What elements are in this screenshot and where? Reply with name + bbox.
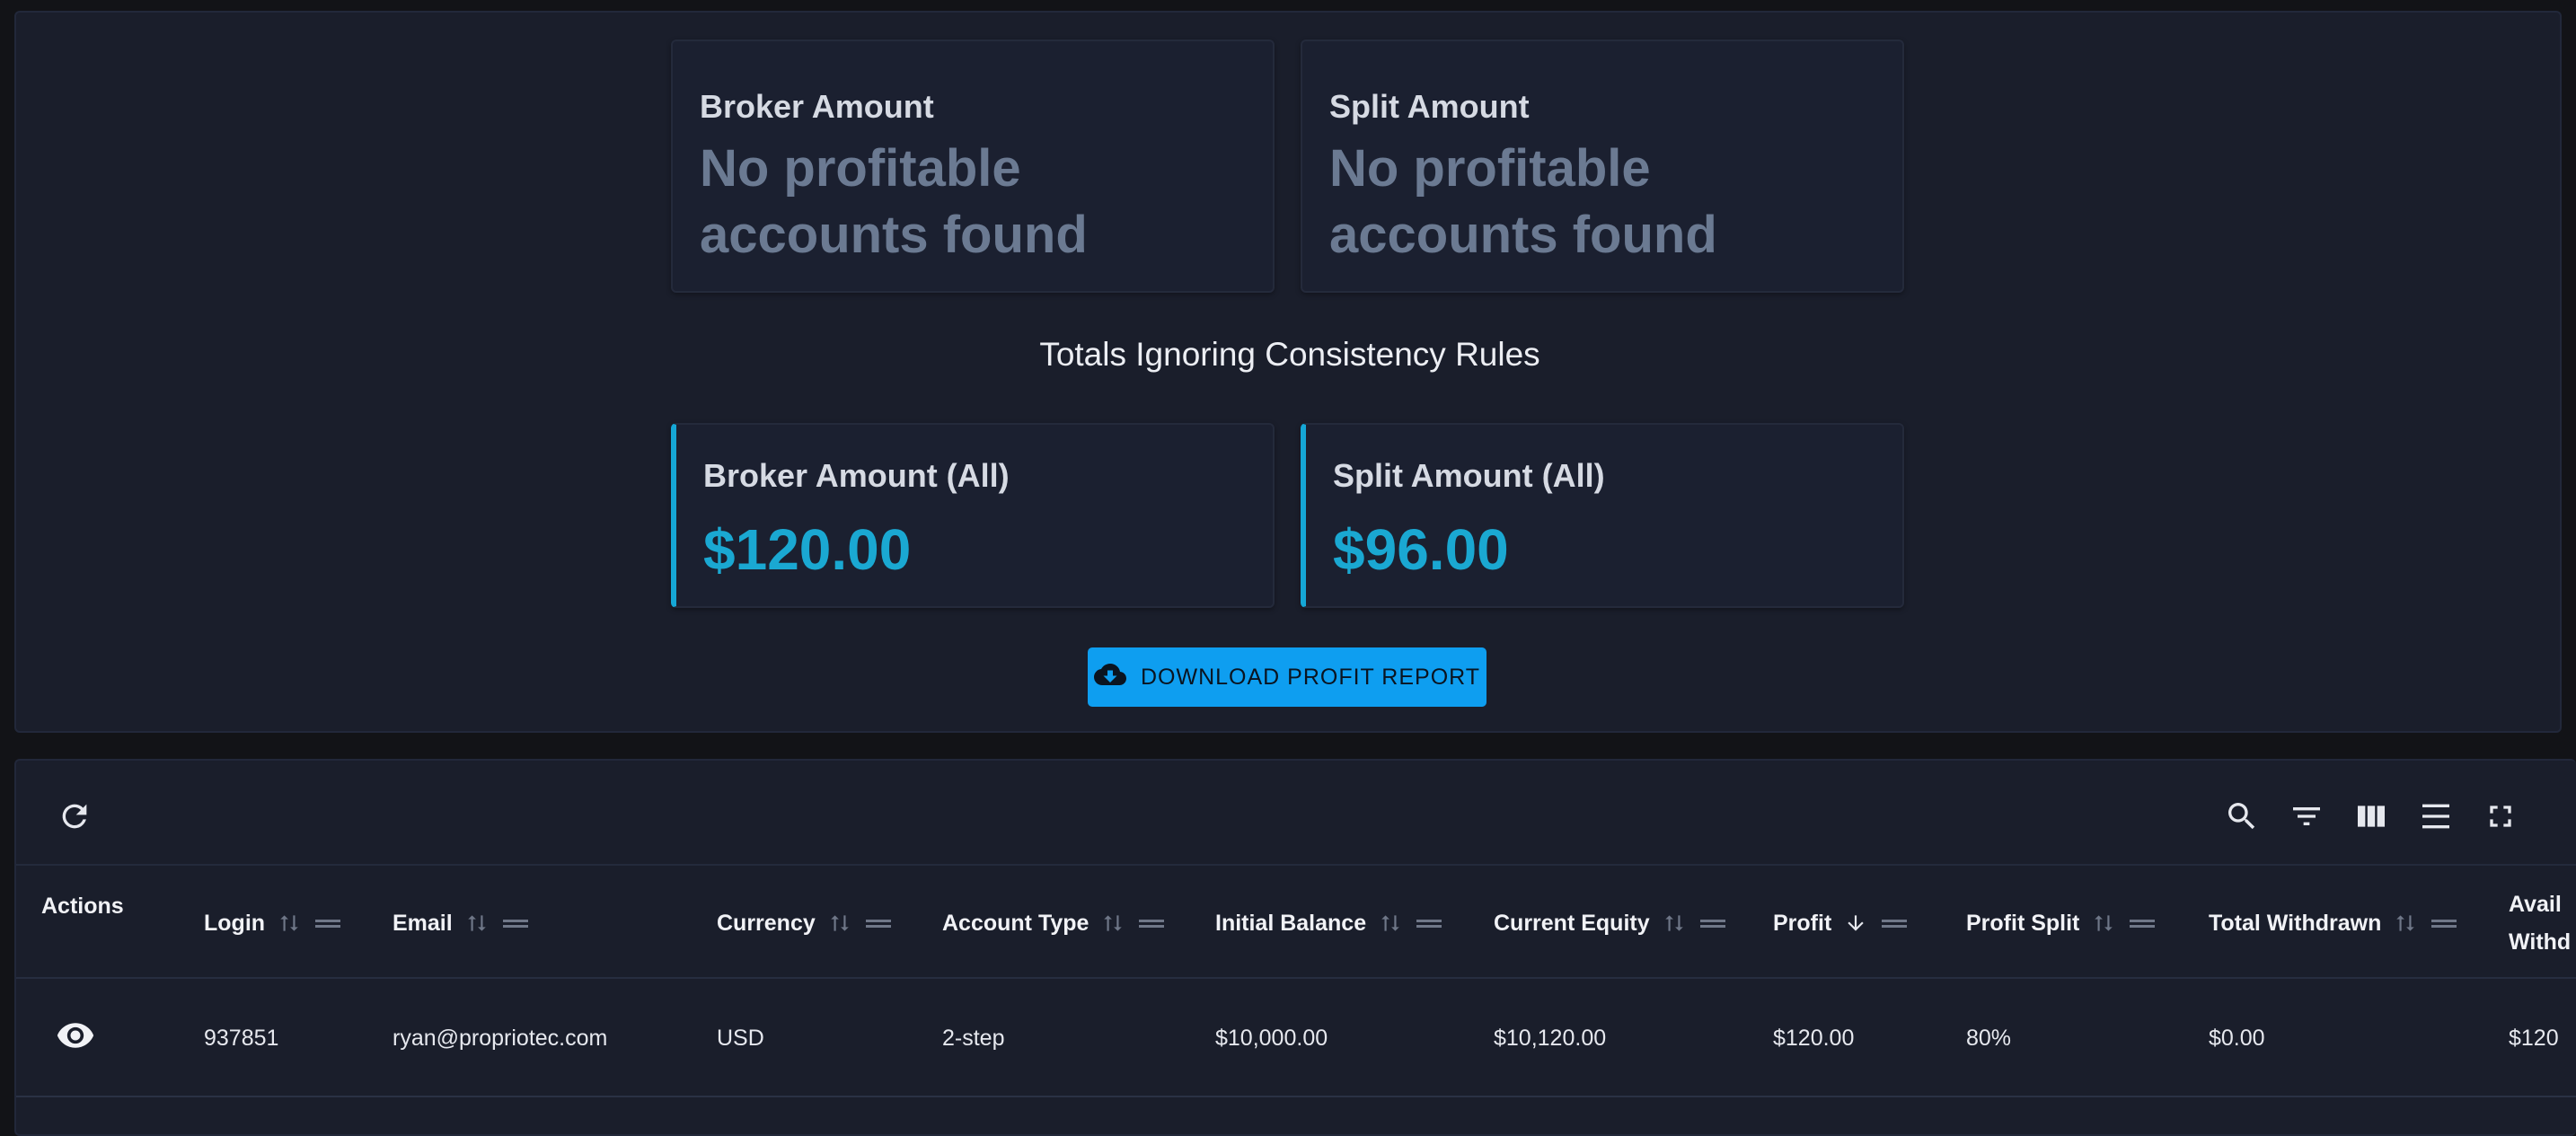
card-value: $96.00 [1333,517,1509,582]
drag-handle-icon[interactable] [1880,911,1909,935]
cell-available-withdrawal: $120 [2509,1025,2559,1051]
column-header-profit-split[interactable]: Profit Split [1966,866,2157,981]
column-label: Currency [717,910,816,936]
sort-icon[interactable] [465,911,489,935]
empty-message: No profitable accounts found [1329,139,1717,264]
sort-icon[interactable] [2092,911,2115,935]
download-button-label: DOWNLOAD PROFIT REPORT [1140,664,1481,690]
column-label: Profit [1773,910,1832,936]
column-label: Current Equity [1494,910,1650,936]
column-label: Actions [41,894,124,919]
column-label: Login [204,910,266,936]
cell-profit: $120.00 [1773,1025,1855,1051]
sort-icon[interactable] [1663,911,1686,935]
column-header-currency[interactable]: Currency [717,866,893,981]
cell-email: ryan@propriotec.com [393,1025,608,1051]
empty-message: No profitable accounts found [700,139,1088,264]
cell-currency: USD [717,1025,764,1051]
filter-icon[interactable] [2289,798,2325,834]
drag-handle-icon[interactable] [864,911,893,935]
table-header: Actions Login Email Currency Account Typ… [16,864,2576,979]
split-amount-all-card: Split Amount (All) $96.00 [1301,423,1904,608]
split-amount-card: Split Amount No profitable accounts foun… [1301,40,1904,293]
column-header-total-withdrawn[interactable]: Total Withdrawn [2209,866,2458,981]
cell-current-equity: $10,120.00 [1494,1025,1607,1051]
card-title: Broker Amount [700,88,934,125]
eye-icon[interactable] [56,1016,95,1061]
download-profit-report-button[interactable]: DOWNLOAD PROFIT REPORT [1088,647,1486,707]
density-icon[interactable] [2418,798,2454,834]
profit-summary-panel: Broker Amount No profitable accounts fou… [14,11,2562,733]
view-action[interactable] [56,979,95,1097]
columns-icon[interactable] [2353,798,2389,834]
drag-handle-icon[interactable] [1415,911,1443,935]
broker-amount-card: Broker Amount No profitable accounts fou… [671,40,1275,293]
refresh-icon[interactable] [57,798,93,834]
broker-amount-all-card: Broker Amount (All) $120.00 [671,423,1275,608]
sort-icon[interactable] [1101,911,1125,935]
totals-heading: Totals Ignoring Consistency Rules [1039,336,1540,373]
cell-profit-split: 80% [1966,1025,2012,1051]
column-header-current-equity[interactable]: Current Equity [1494,866,1727,981]
cell-total-withdrawn: $0.00 [2209,1025,2265,1051]
sort-icon[interactable] [278,911,301,935]
table-row[interactable]: 937851 ryan@propriotec.com USD 2-step $1… [16,979,2576,1097]
column-label: Withd [2509,929,2572,955]
column-header-available-withdrawal[interactable]: Avail Withd [2509,866,2571,981]
drag-handle-icon[interactable] [2430,911,2458,935]
drag-handle-icon[interactable] [1137,911,1166,935]
accounts-table-panel: Actions Login Email Currency Account Typ… [14,759,2576,1136]
column-header-initial-balance[interactable]: Initial Balance [1215,866,1443,981]
cell-login: 937851 [204,1025,279,1051]
column-label: Email [393,910,453,936]
card-value: $120.00 [703,517,912,582]
arrow-down-icon[interactable] [1844,911,1867,935]
column-label: Total Withdrawn [2209,910,2382,936]
column-header-login[interactable]: Login [204,866,342,981]
column-label: Avail [2509,892,2562,917]
cell-account-type: 2-step [942,1025,1005,1051]
column-header-profit[interactable]: Profit [1773,866,1909,981]
drag-handle-icon[interactable] [313,911,342,935]
card-title: Split Amount (All) [1333,457,1605,494]
search-icon[interactable] [2224,798,2260,834]
cell-initial-balance: $10,000.00 [1215,1025,1328,1051]
column-header-email[interactable]: Email [393,866,530,981]
drag-handle-icon[interactable] [2128,911,2157,935]
sort-icon[interactable] [2394,911,2417,935]
column-header-account-type[interactable]: Account Type [942,866,1166,981]
card-title: Split Amount [1329,88,1530,125]
column-header-actions: Actions [41,866,124,981]
column-label: Profit Split [1966,910,2080,936]
cloud-download-icon [1093,658,1126,697]
fullscreen-icon[interactable] [2483,798,2519,834]
column-label: Initial Balance [1215,910,1367,936]
sort-icon[interactable] [1379,911,1402,935]
sort-icon[interactable] [828,911,851,935]
card-title: Broker Amount (All) [703,457,1010,494]
column-label: Account Type [942,910,1090,936]
drag-handle-icon[interactable] [1698,911,1727,935]
drag-handle-icon[interactable] [501,911,530,935]
